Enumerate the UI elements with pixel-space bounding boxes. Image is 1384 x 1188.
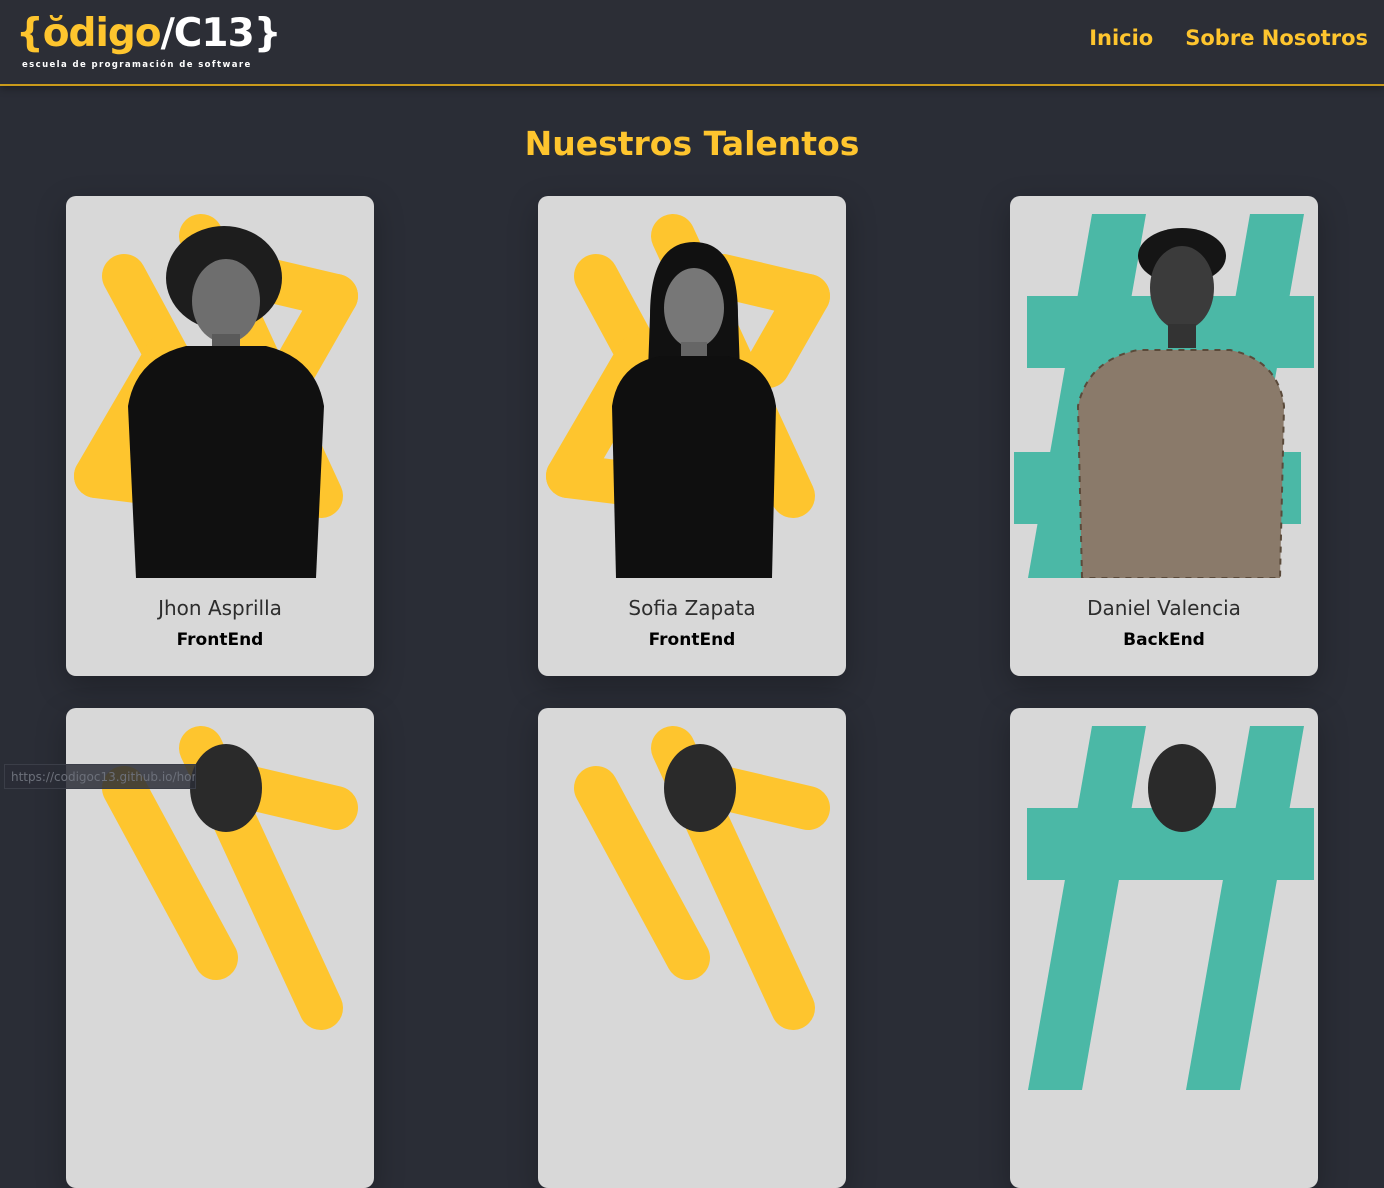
nav-link-inicio[interactable]: Inicio — [1089, 26, 1153, 50]
talent-card[interactable]: Sofia Zapata FrontEnd — [538, 196, 846, 676]
talent-name: Daniel Valencia — [1087, 596, 1241, 620]
person-silhouette — [190, 744, 262, 832]
talent-name: Sofia Zapata — [628, 596, 756, 620]
talent-card[interactable] — [538, 708, 846, 1188]
talent-photo — [1014, 214, 1314, 578]
talent-photo — [1027, 726, 1314, 1090]
nav-links: Inicio Sobre Nosotros — [1089, 26, 1368, 50]
navbar: {ŏdigo/C13} escuela de programación de s… — [0, 0, 1384, 84]
talent-role: BackEnd — [1123, 630, 1205, 650]
page-title: Nuestros Talentos — [524, 124, 860, 163]
talent-photo — [546, 214, 830, 578]
person-silhouette — [1148, 744, 1216, 832]
talent-role: FrontEnd — [176, 630, 264, 650]
talent-card[interactable] — [1010, 708, 1318, 1188]
talent-role: FrontEnd — [648, 630, 736, 650]
talent-card[interactable]: Jhon Asprilla FrontEnd — [66, 196, 374, 676]
logo-wordmark-white: /C13} — [160, 11, 282, 56]
nav-link-sobre-nosotros[interactable]: Sobre Nosotros — [1185, 26, 1368, 50]
logo[interactable]: {ŏdigo/C13} escuela de programación de s… — [16, 10, 281, 74]
status-bar-url: https://codigoc13.github.io/home — [4, 764, 196, 789]
logo-wordmark-yellow: {ŏdigo — [16, 11, 162, 56]
logo-wordmark: {ŏdigo/C13} — [16, 10, 282, 58]
talent-photo — [74, 214, 358, 578]
person-silhouette — [664, 744, 736, 832]
logo-tagline: escuela de programación de software — [22, 60, 252, 70]
talent-card[interactable]: Daniel Valencia BackEnd — [1010, 196, 1318, 676]
talent-name: Jhon Asprilla — [158, 596, 282, 620]
talent-photo — [574, 726, 830, 1030]
